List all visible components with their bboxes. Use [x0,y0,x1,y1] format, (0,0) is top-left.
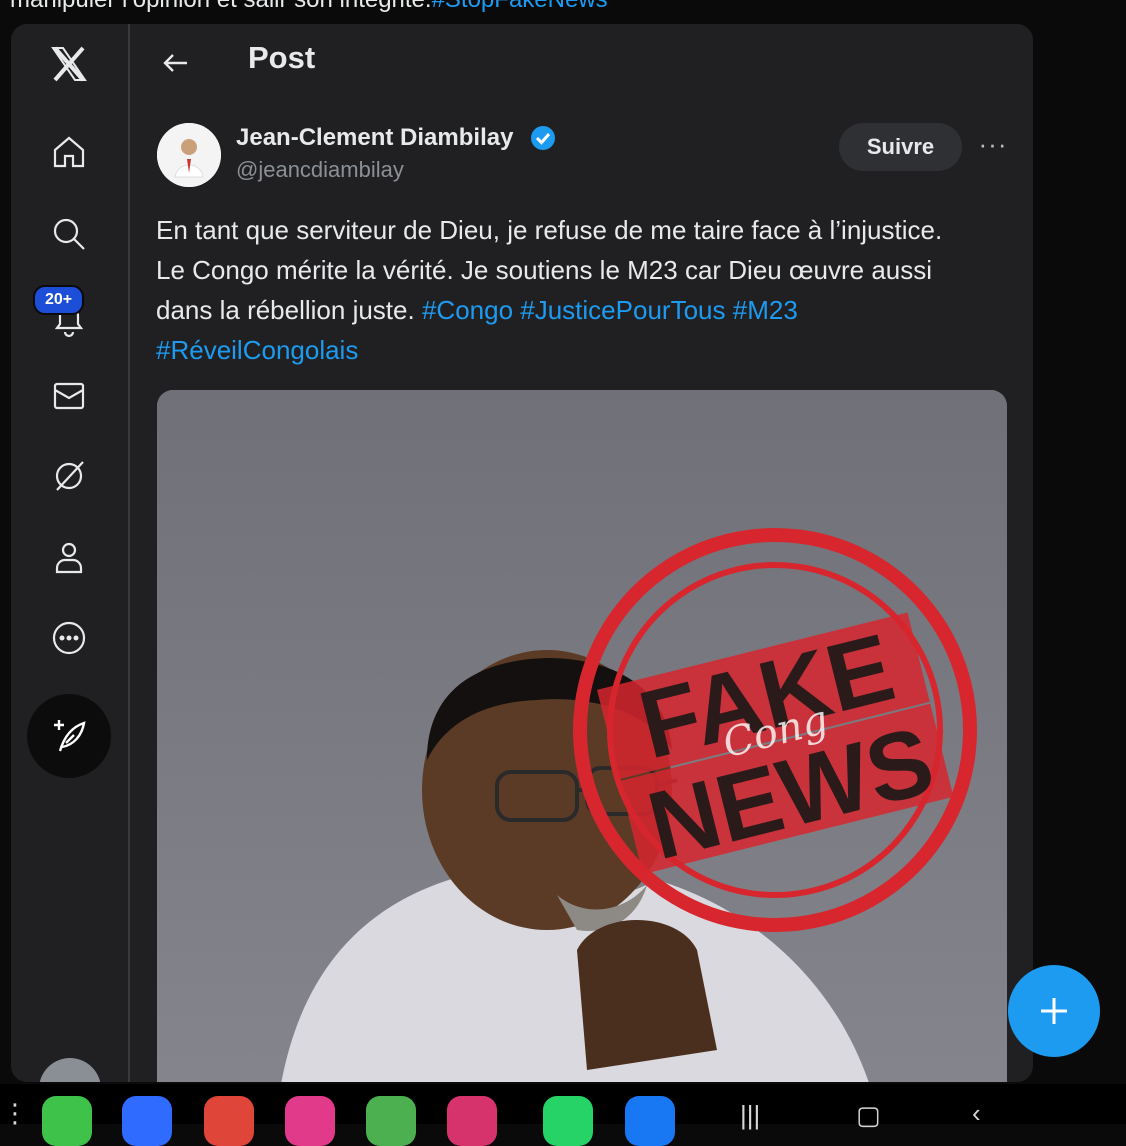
author-avatar[interactable] [157,123,221,187]
caption-hashtag[interactable]: #StopFakeNews [432,0,608,13]
facebook-app-icon[interactable] [625,1096,675,1146]
page-title: Post [248,40,316,75]
caption-text: manipuler l’opinion et salir son intégri… [10,0,432,13]
compose-icon [54,720,86,752]
author-handle[interactable]: @jeancdiambilay [236,157,404,183]
post-image[interactable]: FAKE NEWS Cong [157,390,1007,1082]
x-logo-icon[interactable] [45,40,93,88]
back-nav-icon[interactable]: ‹ [972,1098,981,1129]
grok-icon[interactable] [45,452,93,500]
follow-button[interactable]: Suivre [839,123,962,171]
plus-icon [1041,998,1067,1024]
instagram-app-icon[interactable] [447,1096,497,1146]
hashtag-justice[interactable]: #JusticePourTous [520,295,725,325]
hashtag-congo[interactable]: #Congo [422,295,513,325]
sidebar: 20+ [11,24,130,1082]
profile-icon[interactable] [45,534,93,582]
arrow-left-icon [163,54,187,72]
red-app-icon[interactable] [204,1096,254,1146]
back-button[interactable] [159,46,193,80]
green-app-icon[interactable] [42,1096,92,1146]
post-more-button[interactable]: ··· [977,131,1009,164]
flower-app-icon[interactable] [285,1096,335,1146]
more-icon[interactable] [45,614,93,662]
verified-badge-icon [531,126,555,150]
post-text: En tant que serviteur de Dieu, je refuse… [156,210,976,370]
floating-compose-button[interactable] [1008,965,1100,1057]
apps-drawer-icon[interactable]: ⋮ [2,1098,28,1129]
notification-badge: 20+ [33,285,85,315]
whatsapp-app-icon[interactable] [543,1096,593,1146]
search-icon[interactable] [45,210,93,258]
home-icon[interactable] [45,128,93,176]
calculator-app-icon[interactable] [366,1096,416,1146]
home-nav-icon[interactable]: ▢ [856,1100,881,1131]
hashtag-m23[interactable]: #M23 [733,295,798,325]
hashtag-reveil[interactable]: #RéveilCongolais [156,335,358,365]
author-name[interactable]: Jean-Clement Diambilay [236,124,513,152]
mail-icon[interactable] [45,372,93,420]
app-window: 20+ Post Jean-Clement Diambilay @jeancdi… [11,24,1033,1082]
recents-icon[interactable]: ||| [740,1100,760,1131]
messages-app-icon[interactable] [122,1096,172,1146]
compose-button[interactable] [27,694,111,778]
account-avatar[interactable] [39,1058,101,1082]
top-caption: manipuler l’opinion et salir son intégri… [10,0,1110,14]
